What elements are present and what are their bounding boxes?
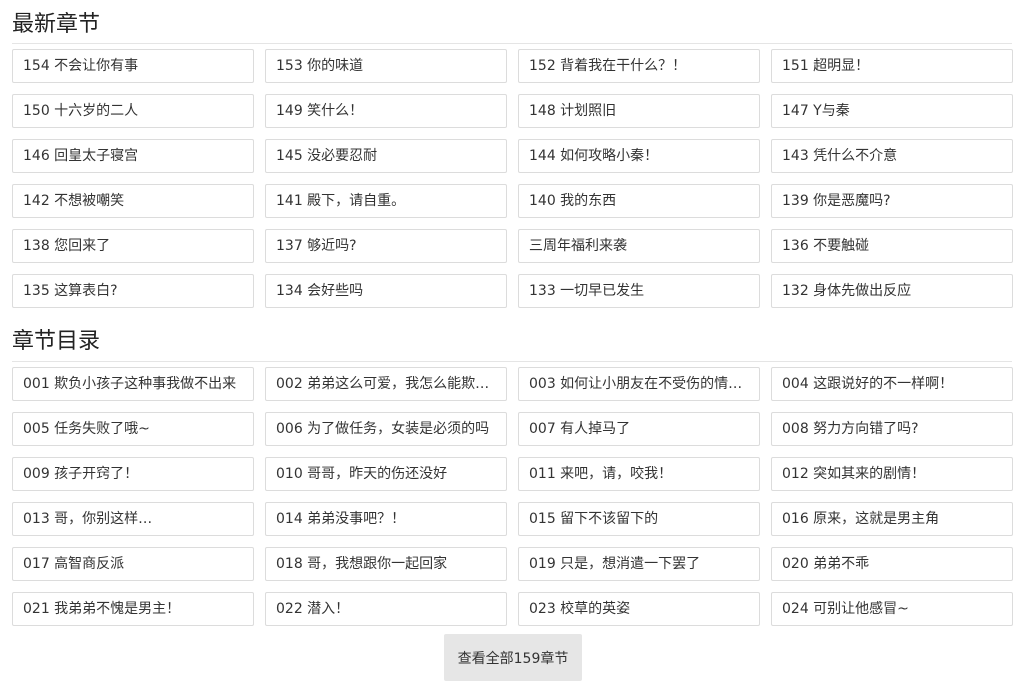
chapter-link[interactable]: 三周年福利来袭 xyxy=(518,229,760,263)
chapter-link[interactable]: 022 潜入！ xyxy=(265,592,507,626)
chapter-link[interactable]: 002 弟弟这么可爱，我怎么能欺负他 xyxy=(265,367,507,401)
chapter-link[interactable]: 138 您回来了 xyxy=(12,229,254,263)
view-all-chapters-button[interactable]: 查看全部159章节 xyxy=(444,634,582,681)
chapter-link[interactable]: 024 可别让他感冒~ xyxy=(771,592,1013,626)
chapter-link[interactable]: 017 高智商反派 xyxy=(12,547,254,581)
chapter-link[interactable]: 154 不会让你有事 xyxy=(12,49,254,83)
chapter-link[interactable]: 018 哥，我想跟你一起回家 xyxy=(265,547,507,581)
chapter-catalog-heading: 章节目录 xyxy=(12,326,1012,362)
chapter-link[interactable]: 020 弟弟不乖 xyxy=(771,547,1013,581)
chapter-link[interactable]: 139 你是恶魔吗? xyxy=(771,184,1013,218)
chapter-link[interactable]: 004 这跟说好的不一样啊！ xyxy=(771,367,1013,401)
chapter-link[interactable]: 148 计划照旧 xyxy=(518,94,760,128)
chapter-link[interactable]: 151 超明显！ xyxy=(771,49,1013,83)
latest-chapters-heading: 最新章节 xyxy=(12,10,1012,44)
chapter-link[interactable]: 149 笑什么！ xyxy=(265,94,507,128)
chapter-link[interactable]: 012 突如其来的剧情！ xyxy=(771,457,1013,491)
chapter-link[interactable]: 010 哥哥，昨天的伤还没好 xyxy=(265,457,507,491)
chapter-link[interactable]: 013 哥，你别这样… xyxy=(12,502,254,536)
chapter-link[interactable]: 133 一切早已发生 xyxy=(518,274,760,308)
chapter-link[interactable]: 136 不要触碰 xyxy=(771,229,1013,263)
chapter-link[interactable]: 153 你的味道 xyxy=(265,49,507,83)
chapter-link[interactable]: 015 留下不该留下的 xyxy=(518,502,760,536)
chapter-link[interactable]: 143 凭什么不介意 xyxy=(771,139,1013,173)
more-button-container: 查看全部159章节 xyxy=(0,634,1024,681)
latest-chapters-grid: 154 不会让你有事 153 你的味道 152 背着我在干什么？！ 151 超明显！ 1… xyxy=(12,49,1013,308)
chapter-link[interactable]: 006 为了做任务，女装是必须的吗 xyxy=(265,412,507,446)
chapter-page: 最新章节 154 不会让你有事 153 你的味道 152 背着我在干什么？！ 151 … xyxy=(0,0,1024,681)
chapter-link[interactable]: 005 任务失败了哦~ xyxy=(12,412,254,446)
chapter-link[interactable]: 141 殿下，请自重。 xyxy=(265,184,507,218)
chapter-link[interactable]: 023 校草的英姿 xyxy=(518,592,760,626)
chapter-link[interactable]: 152 背着我在干什么？！ xyxy=(518,49,760,83)
chapter-link[interactable]: 016 原来，这就是男主角 xyxy=(771,502,1013,536)
chapter-link[interactable]: 146 回皇太子寝宫 xyxy=(12,139,254,173)
chapter-catalog-grid: 001 欺负小孩子这种事我做不出来 002 弟弟这么可爱，我怎么能欺负他 003 如… xyxy=(12,367,1013,626)
chapter-link[interactable]: 134 会好些吗 xyxy=(265,274,507,308)
chapter-link[interactable]: 150 十六岁的二人 xyxy=(12,94,254,128)
chapter-link[interactable]: 142 不想被嘲笑 xyxy=(12,184,254,218)
chapter-link[interactable]: 021 我弟弟不愧是男主！ xyxy=(12,592,254,626)
chapter-link[interactable]: 132 身体先做出反应 xyxy=(771,274,1013,308)
chapter-link[interactable]: 140 我的东西 xyxy=(518,184,760,218)
chapter-link[interactable]: 011 来吧，请，咬我！ xyxy=(518,457,760,491)
chapter-link[interactable]: 008 努力方向错了吗? xyxy=(771,412,1013,446)
chapter-link[interactable]: 003 如何让小朋友在不受伤的情况下 xyxy=(518,367,760,401)
chapter-link[interactable]: 145 没必要忍耐 xyxy=(265,139,507,173)
chapter-link[interactable]: 007 有人掉马了 xyxy=(518,412,760,446)
chapter-link[interactable]: 019 只是，想消遣一下罢了 xyxy=(518,547,760,581)
chapter-link[interactable]: 014 弟弟没事吧？！ xyxy=(265,502,507,536)
chapter-link[interactable]: 137 够近吗? xyxy=(265,229,507,263)
chapter-link[interactable]: 009 孩子开窍了！ xyxy=(12,457,254,491)
chapter-link[interactable]: 147 Y与秦 xyxy=(771,94,1013,128)
chapter-link[interactable]: 001 欺负小孩子这种事我做不出来 xyxy=(12,367,254,401)
chapter-link[interactable]: 144 如何攻略小秦！ xyxy=(518,139,760,173)
chapter-link[interactable]: 135 这算表白? xyxy=(12,274,254,308)
